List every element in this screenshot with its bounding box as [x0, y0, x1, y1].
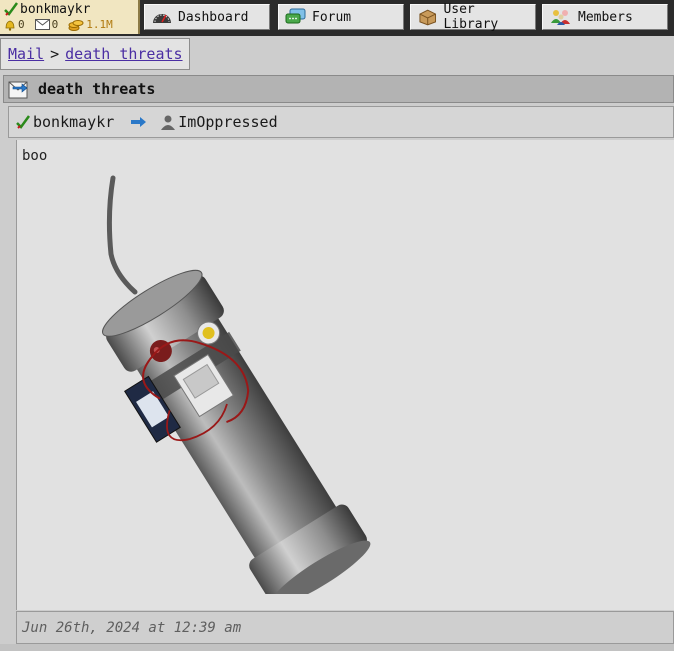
- thread-title: death threats: [38, 80, 156, 98]
- nav-forum-label: Forum: [312, 9, 352, 25]
- alerts-count: 0: [18, 18, 25, 31]
- page-bottom-edge: [0, 644, 674, 651]
- nav-dashboard-label: Dashboard: [178, 9, 249, 25]
- nav-user-library-label: User Library: [443, 2, 499, 32]
- breadcrumb-current-link[interactable]: death threats: [65, 45, 182, 63]
- nav-dashboard[interactable]: Dashboard: [144, 4, 270, 30]
- nav-forum[interactable]: Forum: [278, 4, 404, 30]
- thread-header: death threats: [3, 75, 674, 103]
- participants-bar: bonkmaykr ImOppressed: [8, 106, 674, 138]
- coins-count: 1.1M: [86, 18, 113, 31]
- alerts-stat[interactable]: 0: [4, 18, 25, 31]
- mail-count: 0: [51, 18, 59, 31]
- pipe-bomb-image: [102, 175, 371, 594]
- breadcrumb-separator: >: [50, 45, 60, 63]
- user-panel[interactable]: bonkmaykr 0 0 1.1M: [0, 0, 140, 34]
- nav-members[interactable]: Members: [542, 4, 668, 30]
- message-timestamp: Jun 26th, 2024 at 12:39 am: [22, 619, 242, 636]
- mail-reply-icon: [8, 81, 28, 99]
- message-text: boo: [22, 148, 48, 164]
- top-bar: bonkmaykr 0 0 1.1M Dashboard Forum User …: [0, 0, 674, 36]
- right-arrow-icon: [131, 117, 147, 127]
- recipient-name[interactable]: ImOppressed: [178, 113, 277, 131]
- username[interactable]: bonkmaykr: [20, 2, 90, 17]
- user-stats: 0 0 1.1M: [4, 18, 113, 31]
- bell-icon: [5, 20, 15, 31]
- mail-stat[interactable]: 0: [34, 18, 59, 31]
- checkmark-quill-icon: [16, 115, 31, 129]
- box-icon: [419, 9, 437, 26]
- breadcrumb: Mail > death threats: [0, 38, 190, 70]
- speedometer-icon: [153, 14, 171, 23]
- message-body: boo: [16, 140, 674, 610]
- message-footer: Jun 26th, 2024 at 12:39 am: [16, 611, 674, 644]
- chat-bubbles-icon: [285, 8, 306, 24]
- person-icon: [161, 115, 176, 130]
- nav-members-label: Members: [578, 9, 633, 25]
- sender-name[interactable]: bonkmaykr: [33, 113, 114, 131]
- envelope-icon: [34, 19, 50, 30]
- people-icon: [551, 10, 570, 25]
- coins-stat[interactable]: 1.1M: [68, 18, 113, 31]
- breadcrumb-mail-link[interactable]: Mail: [8, 45, 44, 63]
- coin-stack-icon: [68, 19, 84, 31]
- nav-user-library[interactable]: User Library: [410, 2, 536, 32]
